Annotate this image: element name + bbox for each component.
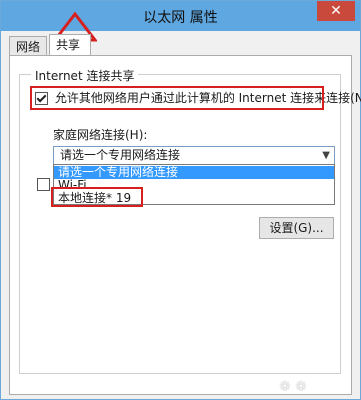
dropdown-option-placeholder[interactable]: 请选一个专用网络连接 <box>54 166 334 179</box>
ics-group-title: Internet 连接共享 <box>31 67 139 84</box>
settings-button[interactable]: 设置(G)... <box>259 217 334 239</box>
chevron-down-icon[interactable]: ▼ <box>322 147 330 164</box>
watermark-paw-icon: ❁ ❁ <box>279 379 307 395</box>
close-button[interactable]: ✕ <box>317 1 355 21</box>
home-network-selected-value: 请选一个专用网络连接 <box>60 148 181 162</box>
home-network-select[interactable]: 请选一个专用网络连接 ▼ <box>53 146 335 165</box>
red-highlight-box <box>30 86 324 110</box>
second-checkbox[interactable] <box>37 178 50 191</box>
home-network-label: 家庭网络连接(H): <box>53 128 148 142</box>
properties-window: 以太网 属性 ✕ 网络 共享 Internet 连接共享 允许其他网络用户通过此… <box>0 0 361 400</box>
tab-sharing[interactable]: 共享 <box>49 34 91 56</box>
tab-network[interactable]: 网络 <box>9 36 47 56</box>
red-highlight-box-option <box>51 187 143 207</box>
